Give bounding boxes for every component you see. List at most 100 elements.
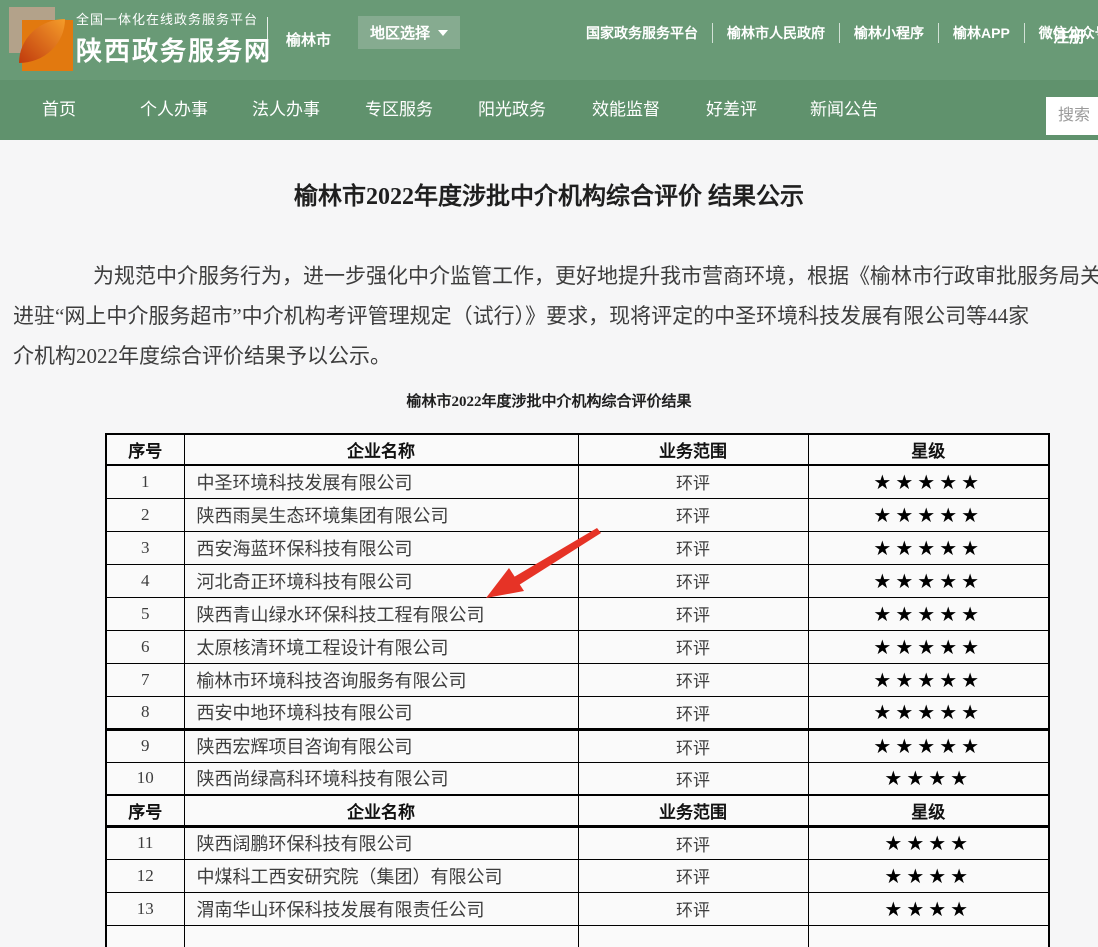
business-scope-cell: 环评 xyxy=(578,564,808,597)
nav-item[interactable]: 阳光政务 xyxy=(478,80,546,140)
site-name: 陕西政务服务网 xyxy=(76,31,272,68)
evaluation-table: 序号企业名称业务范围星级1中圣环境科技发展有限公司环评★★★★★2陕西雨昊生态环… xyxy=(105,433,1050,947)
external-link[interactable]: 国家政务服务平台 xyxy=(572,23,712,43)
star-rating-cell: ★★★★★ xyxy=(808,564,1049,597)
business-scope-cell: 环评 xyxy=(578,531,808,564)
site-header: 全国一体化在线政务服务平台 陕西政务服务网 榆林市 地区选择 国家政务服务平台榆… xyxy=(0,0,1098,80)
table-row: 12中煤科工西安研究院（集团）有限公司环评★★★★ xyxy=(106,859,1049,892)
table-row: 10陕西尚绿高科环境科技有限公司环评★★★★ xyxy=(106,762,1049,795)
table-row: 11陕西阔鹏环保科技有限公司环评★★★★ xyxy=(106,826,1049,859)
row-number-cell: 8 xyxy=(106,696,184,729)
business-scope-cell: 环评 xyxy=(578,663,808,696)
notice-paragraph: 为规范中介服务行为，进一步强化中介监管工作，更好地提升我市营商环境，根据《榆林市… xyxy=(13,256,1098,376)
table-header-row: 序号企业名称业务范围星级 xyxy=(106,795,1049,826)
business-scope-cell: 环评 xyxy=(578,762,808,795)
company-name-cell: 陕西阔鹏环保科技有限公司 xyxy=(184,826,578,859)
star-rating-cell: ★★★★★ xyxy=(808,729,1049,762)
business-scope-cell: 环评 xyxy=(578,729,808,762)
table-row: 9陕西宏辉项目咨询有限公司环评★★★★★ xyxy=(106,729,1049,762)
business-scope-cell: 环评 xyxy=(578,465,808,498)
company-name-cell: 太原核清环境工程设计有限公司 xyxy=(184,630,578,663)
page: 全国一体化在线政务服务平台 陕西政务服务网 榆林市 地区选择 国家政务服务平台榆… xyxy=(0,0,1098,947)
column-header: 星级 xyxy=(808,434,1049,465)
row-number-cell: 10 xyxy=(106,762,184,795)
table-header-row: 序号企业名称业务范围星级 xyxy=(106,434,1049,465)
star-rating-cell: ★★★★★ xyxy=(808,663,1049,696)
company-name-cell: 榆林市环境科技咨询服务有限公司 xyxy=(184,663,578,696)
page-title: 榆林市2022年度涉批中介机构综合评价 结果公示 xyxy=(0,176,1098,211)
star-rating-cell: ★★★★ xyxy=(808,859,1049,892)
star-rating-cell: ★★★★★ xyxy=(808,630,1049,663)
nav-item[interactable]: 法人办事 xyxy=(252,80,320,140)
empty-cell xyxy=(184,925,578,947)
star-rating-cell: ★★★★★ xyxy=(808,597,1049,630)
column-header: 序号 xyxy=(106,434,184,465)
external-link[interactable]: 榆林市人民政府 xyxy=(712,23,839,43)
company-name-cell: 西安中地环境科技有限公司 xyxy=(184,696,578,729)
external-link[interactable]: 榆林APP xyxy=(938,23,1024,43)
search-input[interactable] xyxy=(1046,97,1098,135)
row-number-cell: 3 xyxy=(106,531,184,564)
row-number-cell: 4 xyxy=(106,564,184,597)
platform-tagline: 全国一体化在线政务服务平台 xyxy=(76,9,272,28)
main-nav: 首页 个人办事法人办事专区服务阳光政务效能监督好差评 新闻公告 xyxy=(0,80,1098,140)
empty-cell xyxy=(808,925,1049,947)
star-rating-cell: ★★★★ xyxy=(808,892,1049,925)
row-number-cell: 11 xyxy=(106,826,184,859)
star-rating-cell: ★★★★★ xyxy=(808,465,1049,498)
star-rating-cell: ★★★★★ xyxy=(808,498,1049,531)
paragraph-line: 介机构2022年度综合评价结果予以公示。 xyxy=(13,336,1098,376)
company-name-cell: 中圣环境科技发展有限公司 xyxy=(184,465,578,498)
row-number-cell: 12 xyxy=(106,859,184,892)
table-row: 6太原核清环境工程设计有限公司环评★★★★★ xyxy=(106,630,1049,663)
column-header: 业务范围 xyxy=(578,434,808,465)
table-row xyxy=(106,925,1049,947)
nav-item[interactable]: 效能监督 xyxy=(592,80,660,140)
row-number-cell: 1 xyxy=(106,465,184,498)
table-row: 1中圣环境科技发展有限公司环评★★★★★ xyxy=(106,465,1049,498)
nav-item[interactable]: 首页 xyxy=(42,80,76,140)
star-rating-cell: ★★★★★ xyxy=(808,531,1049,564)
header-divider xyxy=(267,17,268,59)
red-arrow-annotation xyxy=(470,520,610,605)
nav-item[interactable]: 好差评 xyxy=(706,80,757,140)
business-scope-cell: 环评 xyxy=(578,696,808,729)
row-number-cell: 5 xyxy=(106,597,184,630)
paragraph-line: 为规范中介服务行为，进一步强化中介监管工作，更好地提升我市营商环境，根据《榆林市… xyxy=(13,256,1098,296)
nav-item[interactable]: 新闻公告 xyxy=(810,80,878,140)
column-header: 星级 xyxy=(808,795,1049,826)
row-number-cell: 9 xyxy=(106,729,184,762)
paragraph-line: 进驻“网上中介服务超市”中介机构考评管理规定（试行）》要求，现将评定的中圣环境科… xyxy=(13,296,1098,336)
table-row: 7榆林市环境科技咨询服务有限公司环评★★★★★ xyxy=(106,663,1049,696)
external-links: 国家政务服务平台榆林市人民政府榆林小程序榆林APP微信公众号 xyxy=(572,0,1098,66)
business-scope-cell: 环评 xyxy=(578,892,808,925)
chevron-down-icon xyxy=(438,30,448,36)
business-scope-cell: 环评 xyxy=(578,826,808,859)
row-number-cell: 2 xyxy=(106,498,184,531)
register-link[interactable]: 注册 xyxy=(1053,23,1085,47)
star-rating-cell: ★★★★ xyxy=(808,762,1049,795)
row-number-cell: 6 xyxy=(106,630,184,663)
row-number-cell: 7 xyxy=(106,663,184,696)
table-row: 8西安中地环境科技有限公司环评★★★★★ xyxy=(106,696,1049,729)
row-number-cell: 13 xyxy=(106,892,184,925)
empty-cell xyxy=(106,925,184,947)
company-name-cell: 中煤科工西安研究院（集团）有限公司 xyxy=(184,859,578,892)
column-header: 企业名称 xyxy=(184,434,578,465)
business-scope-cell: 环评 xyxy=(578,498,808,531)
nav-item[interactable]: 专区服务 xyxy=(365,80,433,140)
company-name-cell: 陕西宏辉项目咨询有限公司 xyxy=(184,729,578,762)
company-name-cell: 渭南华山环保科技发展有限责任公司 xyxy=(184,892,578,925)
column-header: 序号 xyxy=(106,795,184,826)
business-scope-cell: 环评 xyxy=(578,859,808,892)
table-caption: 榆林市2022年度涉批中介机构综合评价结果 xyxy=(0,390,1098,411)
external-link[interactable]: 榆林小程序 xyxy=(839,23,938,43)
current-city[interactable]: 榆林市 xyxy=(286,29,331,50)
region-selector-button[interactable]: 地区选择 xyxy=(358,16,460,49)
company-name-cell: 陕西尚绿高科环境科技有限公司 xyxy=(184,762,578,795)
nav-item[interactable]: 个人办事 xyxy=(140,80,208,140)
empty-cell xyxy=(578,925,808,947)
business-scope-cell: 环评 xyxy=(578,597,808,630)
site-logo-icon xyxy=(9,7,73,71)
brand-block: 全国一体化在线政务服务平台 陕西政务服务网 xyxy=(76,9,272,68)
